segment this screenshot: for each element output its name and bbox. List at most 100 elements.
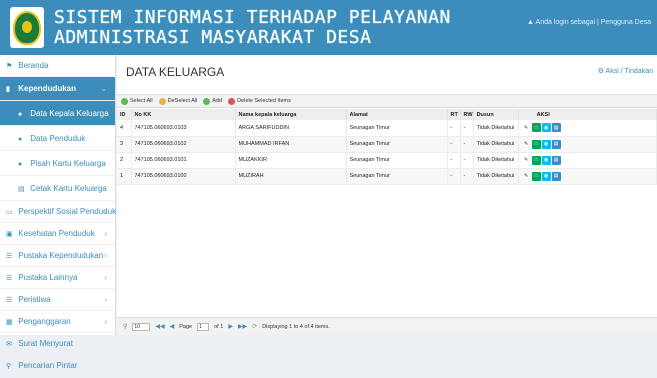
search-icon[interactable]: ⚲ (123, 323, 127, 330)
sidebar-item-perspektif-sosial[interactable]: ▭ Perspektif Sosial Penduduk ‹ (0, 201, 117, 223)
deselect-all-button[interactable]: DeSelect All (158, 97, 198, 105)
select-all-label: Select All (130, 98, 153, 104)
column-header-alamat[interactable]: Alamat (346, 109, 448, 120)
cell-nama: MUHAMMAD IRFAN (235, 136, 347, 153)
sidebar-item-surat-menyurat[interactable]: ✉ Surat Menyurat (0, 333, 115, 355)
search-icon: ⚲ (6, 363, 12, 370)
sidebar-item-peristiwa[interactable]: ☰ Peristiwa ‹ (0, 289, 115, 311)
sidebar-item-label: Pustaka Lainnya (18, 273, 78, 282)
sidebar: ⚑ Beranda ▮ Kependudukan ⌄ ● Data Kepala … (0, 55, 117, 377)
home-icon: ⚑ (6, 63, 13, 70)
chevron-left-icon: ‹ (104, 251, 107, 260)
column-header-rw[interactable]: RW (460, 109, 474, 120)
print-button[interactable]: ▤ (551, 171, 561, 181)
chevron-left-icon: ‹ (104, 229, 107, 238)
chevron-left-icon: ‹ (104, 295, 107, 304)
delete-selected-button[interactable]: Delete Selected Items (228, 97, 291, 105)
top-header: SISTEM INFORMASI TERHADAP PELAYANAN ADMI… (0, 0, 657, 55)
detail-button[interactable]: □ (531, 139, 541, 149)
sidebar-item-label: Peristiwa (18, 295, 51, 304)
cell-aksi: ✎ □ ◉ ▤ (518, 120, 657, 137)
cell-aksi: ✎ □ ◉ ▤ (518, 168, 657, 185)
cell-alamat: Seunagan Timur (346, 136, 448, 153)
prev-page-icon[interactable]: ◀ (170, 323, 175, 330)
print-button[interactable]: ▤ (551, 155, 561, 165)
page-size-select[interactable]: 10 (132, 322, 151, 331)
app-title: SISTEM INFORMASI TERHADAP PELAYANAN ADMI… (54, 8, 451, 48)
cell-nokk: 747105.060693.0103 (131, 120, 236, 137)
list-icon: ☰ (6, 253, 13, 260)
chevron-left-icon: ‹ (104, 273, 107, 282)
column-header-id[interactable]: ID (117, 109, 132, 120)
users-icon: ● (18, 136, 23, 143)
table-row[interactable]: 3 747105.060693.0102 MUHAMMAD IRFAN Seun… (117, 136, 657, 153)
sidebar-item-label: Penganggaran (18, 317, 71, 326)
sidebar-item-pustaka-kependudukan[interactable]: ☰ Pustaka Kependudukan ‹ (0, 245, 115, 267)
column-header-aksi: AKSI (518, 109, 657, 120)
first-page-icon[interactable]: ◀◀ (155, 323, 164, 330)
grid-toolbar: Select All DeSelect All Add Delete Selec… (117, 94, 657, 108)
list-icon: ☰ (6, 297, 13, 304)
pager: ⚲ 10 ◀◀ ◀ Page 1 of 1 ▶ ▶▶ ⟳ Displaying … (117, 317, 657, 335)
sidebar-item-cetak-kartu-keluarga[interactable]: ▤ Cetak Kartu Keluarga (0, 176, 115, 201)
last-page-icon[interactable]: ▶▶ (238, 323, 247, 330)
sidebar-item-pisah-kartu-keluarga[interactable]: ● Pisah Kartu Keluarga (0, 151, 115, 176)
cell-id: 1 (117, 168, 132, 185)
sidebar-item-label: Perspektif Sosial Penduduk (18, 207, 117, 216)
sidebar-item-kependudukan[interactable]: ▮ Kependudukan ⌄ (0, 77, 115, 101)
table-row[interactable]: 4 747105.060693.0103 ARGA SARIFUDDIN Seu… (117, 120, 657, 137)
cell-id: 3 (117, 136, 132, 153)
check-icon (121, 97, 128, 105)
detail-button[interactable]: □ (531, 155, 541, 165)
sidebar-item-label: Cetak Kartu Keluarga (30, 184, 107, 193)
sidebar-item-data-kepala-keluarga[interactable]: ● Data Kepala Keluarga (0, 101, 115, 126)
table-row[interactable]: 1 747105.060693.0100 MUZIRAH Seunagan Ti… (117, 168, 657, 185)
view-button[interactable]: ◉ (541, 171, 551, 181)
sidebar-item-penganggaran[interactable]: ▦ Penganggaran ‹ (0, 311, 115, 333)
sidebar-item-kesehatan-penduduk[interactable]: ▣ Kesehatan Penduduk ‹ (0, 223, 115, 245)
delete-icon (228, 97, 236, 105)
cell-alamat: Seunagan Timur (346, 120, 448, 137)
sidebar-item-pencarian-pintar[interactable]: ⚲ Pencarian Pintar (0, 355, 115, 377)
logo (10, 7, 44, 48)
refresh-icon[interactable]: ⟳ (252, 323, 257, 330)
cell-alamat: Seunagan Timur (346, 168, 448, 185)
next-page-icon[interactable]: ▶ (228, 323, 233, 330)
add-icon (203, 97, 211, 105)
detail-button[interactable]: □ (531, 171, 541, 181)
column-header-nokk[interactable]: No KK (131, 109, 236, 120)
sidebar-item-data-penduduk[interactable]: ● Data Penduduk (0, 126, 115, 151)
column-header-rt[interactable]: RT (447, 109, 461, 120)
sidebar-item-beranda[interactable]: ⚑ Beranda (0, 55, 115, 77)
print-button[interactable]: ▤ (551, 139, 561, 149)
deselect-all-label: DeSelect All (167, 98, 198, 104)
page-title: DATA KELUARGA (126, 65, 225, 79)
pager-status: Displaying 1 to 4 of 4 items. (262, 323, 330, 330)
sidebar-item-label: Kependudukan (18, 84, 77, 93)
view-button[interactable]: ◉ (541, 139, 551, 149)
detail-button[interactable]: □ (531, 123, 541, 133)
select-all-button[interactable]: Select All (121, 97, 153, 105)
sidebar-item-pustaka-lainnya[interactable]: ☰ Pustaka Lainnya ‹ (0, 267, 115, 289)
view-button[interactable]: ◉ (541, 123, 551, 133)
list-icon: ☰ (6, 275, 13, 282)
column-header-nama[interactable]: Nama kepala keluarga (235, 109, 347, 120)
page-input[interactable]: 1 (197, 322, 210, 331)
edit-icon[interactable]: ✎ (522, 123, 531, 132)
view-button[interactable]: ◉ (541, 155, 551, 165)
cell-rw: - (460, 152, 474, 169)
add-button[interactable]: Add (203, 97, 222, 105)
column-header-dusun[interactable]: Dusun (473, 109, 519, 120)
actions-link[interactable]: ⚙ Aksi / Tindakan (598, 67, 653, 75)
cell-rw: - (460, 136, 474, 153)
cell-aksi: ✎ □ ◉ ▤ (518, 136, 657, 153)
edit-icon[interactable]: ✎ (522, 140, 531, 149)
sidebar-item-label: Pustaka Kependudukan (18, 251, 104, 260)
edit-icon[interactable]: ✎ (522, 156, 531, 165)
edit-icon[interactable]: ✎ (522, 172, 531, 181)
cell-nokk: 747105.060693.0102 (131, 136, 236, 153)
table-row[interactable]: 2 747105.060693.0101 MUZAKKIR Seunagan T… (117, 152, 657, 169)
print-button[interactable]: ▤ (551, 123, 561, 133)
user-menu[interactable]: ▲ Anda login sebagai | Pengguna Desa (527, 19, 651, 26)
cell-id: 2 (117, 152, 132, 169)
